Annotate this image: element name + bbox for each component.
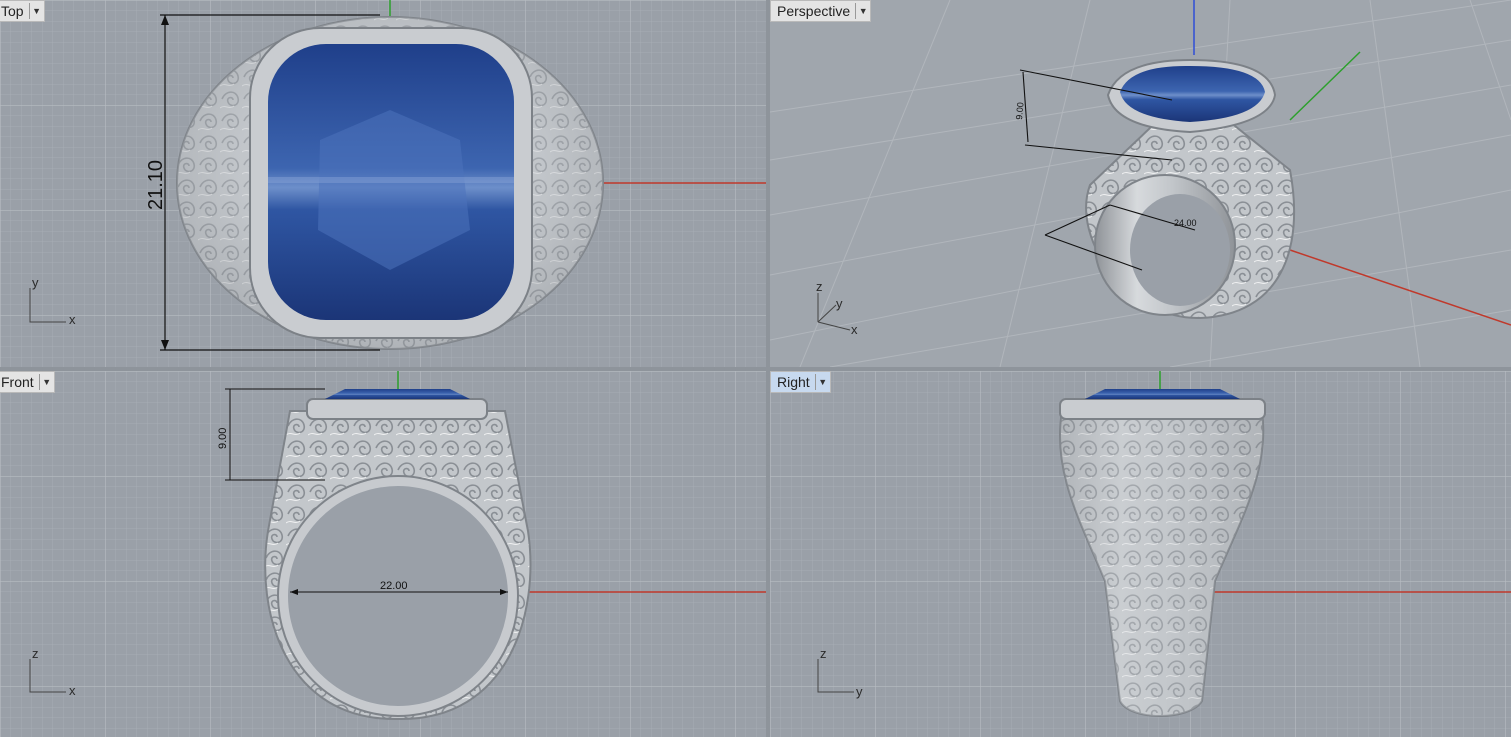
x-axis-line [1289, 249, 1511, 326]
svg-text:x: x [69, 683, 76, 698]
viewport-title-top[interactable]: Top ▼ [0, 0, 45, 22]
dimension-label: 21.10 [145, 160, 167, 210]
svg-text:y: y [836, 296, 843, 311]
bezel [306, 398, 488, 420]
finger-hole [288, 486, 508, 706]
viewport-title-perspective[interactable]: Perspective ▼ [770, 0, 872, 22]
axis-triad: y x [29, 275, 76, 327]
viewport-title-right[interactable]: Right ▼ [770, 371, 831, 393]
dropdown-arrow-icon[interactable]: ▼ [38, 374, 54, 390]
viewport-title-text: Perspective [777, 3, 851, 19]
viewport-title-text: Right [777, 374, 810, 390]
dimension-label: 24.00 [1174, 218, 1197, 228]
svg-text:z: z [816, 279, 823, 294]
dimension-label: 9.00 [217, 428, 229, 449]
dropdown-arrow-icon[interactable]: ▼ [28, 3, 44, 19]
gemstone[interactable] [325, 389, 470, 399]
gemstone[interactable] [1085, 389, 1240, 399]
dropdown-arrow-icon[interactable]: ▼ [855, 3, 870, 19]
y-axis-line [1289, 51, 1361, 121]
bezel [1059, 398, 1266, 420]
dimension-label: 22.00 [380, 580, 408, 592]
axis-triad: z y [817, 646, 863, 699]
viewport-title-front[interactable]: Front ▼ [0, 371, 55, 393]
dropdown-arrow-icon[interactable]: ▼ [814, 374, 830, 390]
viewport-perspective[interactable]: Perspective ▼ 9.00 24.00 z y x [770, 0, 1511, 367]
viewport-title-text: Top [1, 3, 24, 19]
svg-text:x: x [851, 322, 858, 337]
svg-text:y: y [32, 275, 39, 290]
top-view-scene: 21.10 y x [29, 0, 766, 351]
svg-text:z: z [32, 646, 39, 661]
perspective-scene: 9.00 24.00 z y x [816, 0, 1511, 337]
dimension-label: 9.00 [1014, 102, 1025, 120]
svg-text:z: z [820, 646, 827, 661]
axis-triad: z y x [816, 279, 858, 337]
axis-triad: z x [29, 646, 76, 698]
svg-text:x: x [69, 312, 76, 327]
viewport-right[interactable]: Right ▼ z y [770, 371, 1511, 737]
viewport-front[interactable]: Front ▼ 9.00 22.00 z x [0, 371, 766, 737]
svg-text:y: y [856, 684, 863, 699]
right-view-scene: z y [817, 371, 1511, 717]
viewport-title-text: Front [1, 374, 34, 390]
front-view-scene: 9.00 22.00 z x [29, 371, 766, 721]
viewport-top[interactable]: Top ▼ 21.10 y x [0, 0, 766, 367]
